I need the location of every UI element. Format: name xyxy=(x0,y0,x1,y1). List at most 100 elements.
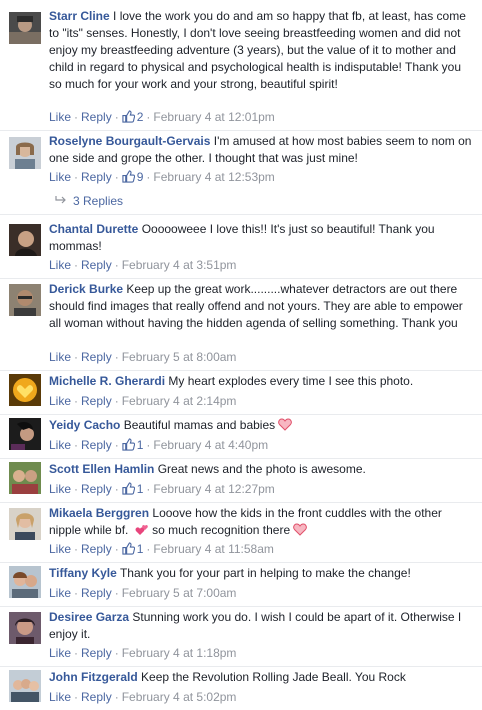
avatar[interactable] xyxy=(9,224,41,256)
separator: · xyxy=(114,394,119,408)
comment-text: Thank you for your part in helping to ma… xyxy=(119,566,411,580)
reply-arrow-icon xyxy=(55,196,66,204)
avatar[interactable] xyxy=(9,612,41,644)
comment-actions: Like · Reply · February 5 at 7:00am xyxy=(49,585,236,602)
reply-link[interactable]: Reply xyxy=(81,438,112,452)
timestamp[interactable]: February 5 at 8:00am xyxy=(122,350,237,364)
like-link[interactable]: Like xyxy=(49,258,71,272)
like-link[interactable]: Like xyxy=(49,110,71,124)
like-link[interactable]: Like xyxy=(49,350,71,364)
comment-author[interactable]: Derick Burke xyxy=(49,282,123,296)
timestamp[interactable]: February 4 at 3:51pm xyxy=(122,258,237,272)
separator: · xyxy=(146,170,151,184)
comment-author[interactable]: Scott Ellen Hamlin xyxy=(49,462,154,476)
comment-body: Scott Ellen Hamlin Great news and the ph… xyxy=(49,461,475,478)
comment-body: Derick Burke Keep up the great work.....… xyxy=(49,281,475,332)
separator: · xyxy=(146,482,151,496)
comment-author[interactable]: Starr Cline xyxy=(49,9,110,23)
comment-author[interactable]: Yeidy Cacho xyxy=(49,418,120,432)
separator: · xyxy=(114,482,119,496)
comment-divider xyxy=(0,458,482,459)
comment-divider xyxy=(0,370,482,371)
like-count[interactable]: 1 xyxy=(122,542,143,556)
comment-divider xyxy=(0,130,482,131)
thumbs-up-icon xyxy=(122,170,135,183)
like-count[interactable]: 1 xyxy=(122,482,143,496)
separator: · xyxy=(146,438,151,452)
comment-body: Mikaela Berggren Looove how the kids in … xyxy=(49,505,475,539)
like-link[interactable]: Like xyxy=(49,542,71,556)
separator: · xyxy=(114,170,119,184)
like-link[interactable]: Like xyxy=(49,646,71,660)
comment-author[interactable]: Roselyne Bourgault-Gervais xyxy=(49,134,210,148)
separator: · xyxy=(74,646,79,660)
comment-author[interactable]: John Fitzgerald xyxy=(49,670,138,684)
timestamp[interactable]: February 4 at 5:02pm xyxy=(122,690,237,704)
timestamp[interactable]: February 4 at 11:58am xyxy=(153,542,274,556)
comment-actions: Like · Reply · 1 · February 4 at 12:27pm xyxy=(49,481,275,498)
timestamp[interactable]: February 4 at 2:14pm xyxy=(122,394,237,408)
like-link[interactable]: Like xyxy=(49,482,71,496)
reply-link[interactable]: Reply xyxy=(81,482,112,496)
like-link[interactable]: Like xyxy=(49,394,71,408)
thumbs-up-icon xyxy=(122,110,135,123)
avatar[interactable] xyxy=(9,462,41,494)
separator: · xyxy=(114,438,119,452)
reply-link[interactable]: Reply xyxy=(81,110,112,124)
reply-link[interactable]: Reply xyxy=(81,394,112,408)
timestamp[interactable]: February 5 at 7:00am xyxy=(122,586,237,600)
separator: · xyxy=(74,542,79,556)
avatar[interactable] xyxy=(9,374,41,406)
reply-link[interactable]: Reply xyxy=(81,690,112,704)
comment-divider xyxy=(0,414,482,415)
avatar[interactable] xyxy=(9,284,41,316)
comment-body: Tiffany Kyle Thank you for your part in … xyxy=(49,565,475,582)
comment-body: Desiree Garza Stunning work you do. I wi… xyxy=(49,609,475,643)
reply-link[interactable]: Reply xyxy=(81,258,112,272)
thumbs-up-icon xyxy=(122,542,135,555)
reply-link[interactable]: Reply xyxy=(81,170,112,184)
view-replies-link[interactable]: 3 Replies xyxy=(55,193,123,210)
comment-author[interactable]: Tiffany Kyle xyxy=(49,566,117,580)
like-link[interactable]: Like xyxy=(49,690,71,704)
timestamp[interactable]: February 4 at 12:27pm xyxy=(153,482,274,496)
like-link[interactable]: Like xyxy=(49,438,71,452)
separator: · xyxy=(74,110,79,124)
reply-link[interactable]: Reply xyxy=(81,542,112,556)
reply-link[interactable]: Reply xyxy=(81,646,112,660)
avatar[interactable] xyxy=(9,137,41,169)
separator: · xyxy=(74,258,79,272)
like-count[interactable]: 2 xyxy=(122,110,143,124)
comment-body: John Fitzgerald Keep the Revolution Roll… xyxy=(49,669,475,686)
comment-body: Yeidy Cacho Beautiful mamas and babies xyxy=(49,417,475,434)
like-count[interactable]: 9 xyxy=(122,170,143,184)
like-link[interactable]: Like xyxy=(49,170,71,184)
avatar[interactable] xyxy=(9,12,41,44)
comment-author[interactable]: Michelle R. Gherardi xyxy=(49,374,165,388)
comment-author[interactable]: Mikaela Berggren xyxy=(49,506,149,520)
comment-text: Keep the Revolution Rolling Jade Beall. … xyxy=(141,670,406,684)
comment-actions: Like · Reply · February 4 at 5:02pm xyxy=(49,689,236,706)
avatar[interactable] xyxy=(9,418,41,450)
separator: · xyxy=(74,482,79,496)
comment-actions: Like · Reply · February 5 at 8:00am xyxy=(49,349,236,366)
timestamp[interactable]: February 4 at 4:40pm xyxy=(153,438,268,452)
comment-actions: Like · Reply · February 4 at 3:51pm xyxy=(49,257,236,274)
reply-link[interactable]: Reply xyxy=(81,586,112,600)
thumbs-up-icon xyxy=(122,438,135,451)
separator: · xyxy=(114,258,119,272)
timestamp[interactable]: February 4 at 1:18pm xyxy=(122,646,237,660)
avatar[interactable] xyxy=(9,670,41,702)
like-count[interactable]: 1 xyxy=(122,438,143,452)
comment-author[interactable]: Desiree Garza xyxy=(49,610,129,624)
timestamp[interactable]: February 4 at 12:01pm xyxy=(153,110,274,124)
avatar[interactable] xyxy=(9,508,41,540)
timestamp[interactable]: February 4 at 12:53pm xyxy=(153,170,274,184)
comment-author[interactable]: Chantal Durette xyxy=(49,222,138,236)
separator: · xyxy=(74,170,79,184)
separator: · xyxy=(114,586,119,600)
like-link[interactable]: Like xyxy=(49,586,71,600)
reply-link[interactable]: Reply xyxy=(81,350,112,364)
comment-body: Roselyne Bourgault-Gervais I'm amused at… xyxy=(49,133,475,167)
avatar[interactable] xyxy=(9,566,41,598)
